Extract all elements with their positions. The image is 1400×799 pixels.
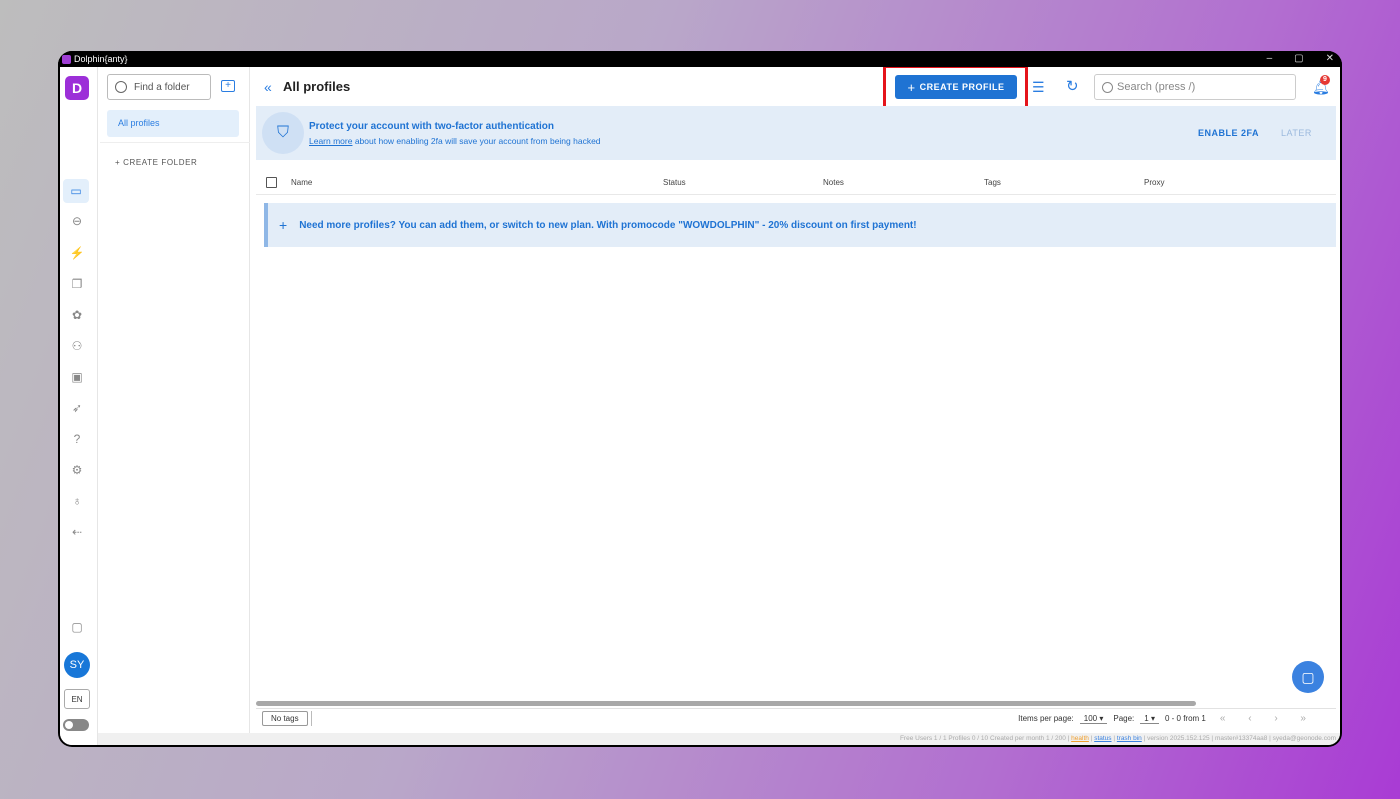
avatar[interactable]: SY (64, 652, 90, 678)
filter-icon[interactable]: ☰ (1032, 79, 1045, 96)
title-bar: Dolphin{anty} – ▢ ✕ (58, 51, 1342, 67)
status-bar: Free Users 1 / 1 Profiles 0 / 10 Created… (98, 733, 1340, 745)
extensions-icon[interactable]: ✿ (67, 305, 87, 325)
divider (100, 142, 250, 143)
theme-toggle[interactable] (63, 719, 89, 731)
page-nav-buttons[interactable]: « ‹ › » (1220, 713, 1316, 724)
add-folder-icon[interactable]: + (221, 80, 235, 92)
api-icon[interactable]: ▣ (67, 367, 87, 387)
learn-more-link[interactable]: Learn more (309, 136, 352, 146)
page-select[interactable]: 1 ▾ (1140, 714, 1159, 724)
language-button[interactable]: EN (64, 689, 90, 709)
items-per-page-select[interactable]: 100 ▾ (1079, 713, 1108, 724)
trash-bin-link[interactable]: trash bin (1117, 735, 1142, 742)
user-email: syeda@geonode.com (1272, 735, 1336, 742)
column-proxy[interactable]: Proxy (1144, 178, 1164, 187)
page-title: All profiles (283, 79, 351, 94)
refresh-icon[interactable]: ↻ (1066, 77, 1079, 95)
wallet-icon[interactable]: ▢ (67, 617, 87, 637)
logout-icon[interactable]: ⇠ (67, 522, 87, 542)
window-title: Dolphin{anty} (74, 54, 128, 64)
chat-support-icon[interactable]: ▢ (1292, 661, 1324, 693)
banner-subtext: Learn more about how enabling 2fa will s… (309, 136, 601, 146)
app-logo-icon (62, 54, 71, 64)
collapse-sidebar-icon[interactable]: « (264, 79, 272, 95)
folder-search-placeholder: Find a folder (134, 81, 190, 93)
health-link[interactable]: health (1071, 735, 1089, 742)
browser-profiles-icon[interactable]: ▭ (63, 179, 89, 203)
select-all-checkbox[interactable] (266, 177, 277, 188)
items-per-page-label: Items per page: (1018, 714, 1074, 723)
plus-icon: + (279, 217, 288, 233)
no-tags-chip[interactable]: No tags (262, 711, 308, 726)
plan-label: Free (899, 735, 914, 742)
page-label: Page: (1113, 714, 1135, 723)
shield-icon: ⛉ (262, 112, 304, 154)
page-range: 0 - 0 from 1 (1164, 714, 1206, 723)
enable-2fa-button[interactable]: ENABLE 2FA (1198, 128, 1259, 138)
table-header: Name Status Notes Tags Proxy (256, 173, 1336, 195)
highlight-annotation (883, 67, 1028, 110)
settings-icon[interactable]: ⚙ (67, 460, 87, 480)
automation-icon[interactable]: ⚡ (67, 243, 87, 263)
dolphin-logo-icon[interactable]: D (65, 76, 89, 100)
search-icon (115, 81, 127, 93)
two-factor-banner: ⛉ Protect your account with two-factor a… (256, 106, 1336, 160)
search-icon (1102, 81, 1113, 93)
status-link[interactable]: status (1094, 735, 1111, 742)
folder-item-all-profiles[interactable]: All profiles (107, 110, 239, 137)
lightbulb-icon[interactable]: ♁ (67, 491, 87, 511)
build-label: master#13374aa8 (1214, 735, 1268, 742)
profile-search-input[interactable]: Search (press /) (1094, 74, 1296, 100)
version-label: version 2025.152.125 (1147, 735, 1210, 742)
profiles-count: Profiles 0 / 10 (948, 735, 989, 742)
minimize-button[interactable]: – (1267, 51, 1273, 67)
users-icon[interactable]: ⚇ (67, 336, 87, 356)
column-notes[interactable]: Notes (823, 178, 844, 187)
later-button[interactable]: LATER (1281, 128, 1312, 138)
profile-search-placeholder: Search (press /) (1117, 81, 1196, 93)
app-window: Dolphin{anty} – ▢ ✕ D ▭ ⊖ ⚡ ❐ ✿ ⚇ ▣ ➶ ? … (58, 51, 1342, 747)
banner-headline: Protect your account with two-factor aut… (309, 121, 555, 132)
items-per-page-value: 100 (1083, 713, 1098, 723)
promo-banner[interactable]: + Need more profiles? You can add them, … (264, 203, 1336, 247)
close-button[interactable]: ✕ (1326, 51, 1334, 67)
notification-badge: 9 (1320, 75, 1330, 85)
copy-icon[interactable]: ❐ (67, 274, 87, 294)
folder-panel: Find a folder + All profiles + CREATE FO… (100, 67, 250, 745)
column-name[interactable]: Name (291, 178, 312, 187)
promo-text: Need more profiles? You can add them, or… (299, 219, 917, 231)
link-icon[interactable]: ⊖ (67, 211, 87, 231)
created-count: Created per month 1 / 200 (989, 735, 1066, 742)
users-count: Users 1 / 1 (915, 735, 947, 742)
help-icon[interactable]: ? (67, 429, 87, 449)
horizontal-scrollbar[interactable] (256, 701, 1196, 706)
create-folder-button[interactable]: + CREATE FOLDER (115, 158, 197, 167)
column-status[interactable]: Status (663, 178, 686, 187)
nav-rail: D ▭ ⊖ ⚡ ❐ ✿ ⚇ ▣ ➶ ? ⚙ ♁ ⇠ ▢ SY EN (60, 67, 98, 745)
rocket-icon[interactable]: ➶ (67, 398, 87, 418)
page-value: 1 (1144, 713, 1149, 723)
main-content: « All profiles + CREATE PROFILE ☰ ↻ Sear… (256, 67, 1340, 745)
pagination: Items per page: 100 ▾ Page: 1 ▾ 0 - 0 fr… (1018, 713, 1316, 724)
folder-search-input[interactable]: Find a folder (107, 74, 211, 100)
maximize-button[interactable]: ▢ (1294, 51, 1303, 67)
app-body: D ▭ ⊖ ⚡ ❐ ✿ ⚇ ▣ ➶ ? ⚙ ♁ ⇠ ▢ SY EN Find a… (60, 67, 1340, 745)
table-footer: No tags Items per page: 100 ▾ Page: 1 ▾ … (256, 708, 1336, 728)
column-tags[interactable]: Tags (984, 178, 1001, 187)
banner-subtext-rest: about how enabling 2fa will save your ac… (352, 136, 601, 146)
divider (311, 711, 312, 726)
